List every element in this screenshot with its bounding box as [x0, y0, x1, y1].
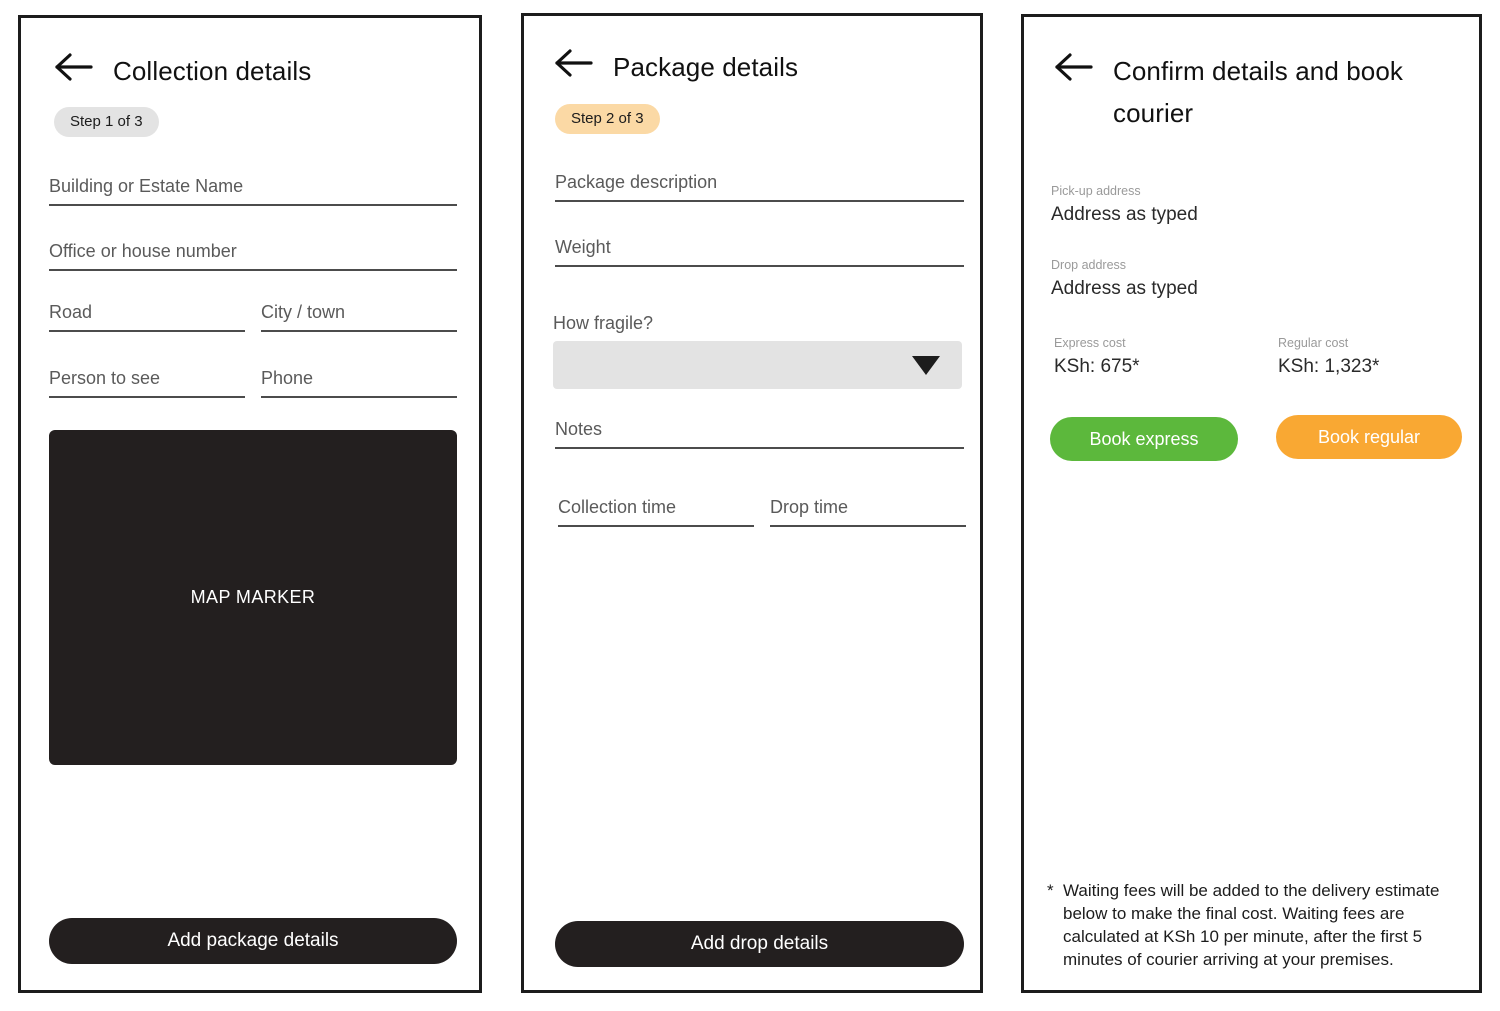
regular-cost-summary: Regular cost KSh: 1,323*: [1278, 335, 1478, 380]
field-label: Drop time: [770, 497, 849, 517]
field-package-description[interactable]: Package description: [555, 169, 964, 202]
how-fragile-select[interactable]: [553, 341, 962, 389]
summary-value: Address as typed: [1051, 204, 1198, 225]
summary-value: KSh: 1,323*: [1278, 356, 1380, 377]
footnote-text: Waiting fees will be added to the delive…: [1063, 881, 1440, 969]
field-collection-time[interactable]: Collection time: [558, 494, 754, 527]
add-drop-details-button[interactable]: Add drop details: [555, 921, 964, 967]
waiting-fees-footnote: * Waiting fees will be added to the deli…: [1047, 879, 1462, 971]
header: Package details: [553, 46, 798, 88]
summary-caption: Express cost: [1054, 336, 1126, 350]
status-badge-step: Step 1 of 3: [54, 107, 159, 137]
field-city-town[interactable]: City / town: [261, 299, 457, 332]
screen-collection-details: Collection details Step 1 of 3 Building …: [18, 15, 482, 993]
header: Confirm details and book courier: [1053, 50, 1443, 134]
field-label: Weight: [555, 237, 611, 257]
field-road[interactable]: Road: [49, 299, 245, 332]
back-arrow-icon[interactable]: [53, 50, 95, 84]
summary-value: KSh: 675*: [1054, 356, 1140, 377]
field-office-or-house-number[interactable]: Office or house number: [49, 238, 457, 271]
field-label: Road: [49, 302, 93, 322]
back-arrow-icon[interactable]: [553, 46, 595, 80]
drop-address-summary: Drop address Address as typed: [1051, 257, 1441, 302]
summary-caption: Drop address: [1051, 258, 1127, 272]
field-label: City / town: [261, 302, 346, 322]
page-title: Collection details: [113, 56, 312, 86]
field-weight[interactable]: Weight: [555, 234, 964, 267]
map-marker-label: MAP MARKER: [190, 587, 316, 607]
screen-confirm-and-book: Confirm details and book courier Pick-up…: [1021, 14, 1482, 993]
field-label: Person to see: [49, 368, 161, 388]
footnote-asterisk: *: [1047, 881, 1054, 900]
field-label: Package description: [555, 172, 718, 192]
field-label: Phone: [261, 368, 314, 388]
pickup-address-summary: Pick-up address Address as typed: [1051, 183, 1441, 228]
book-express-button[interactable]: Book express: [1050, 417, 1238, 461]
chevron-down-icon: [912, 355, 940, 375]
summary-caption: Regular cost: [1278, 336, 1349, 350]
screens-canvas: Collection details Step 1 of 3 Building …: [0, 0, 1500, 1011]
summary-caption: Pick-up address: [1051, 184, 1141, 198]
page-title: Confirm details and book courier: [1113, 56, 1403, 128]
field-phone[interactable]: Phone: [261, 365, 457, 398]
back-arrow-icon[interactable]: [1053, 50, 1095, 84]
field-label: Building or Estate Name: [49, 176, 244, 196]
field-label: Notes: [555, 419, 603, 439]
field-person-to-see[interactable]: Person to see: [49, 365, 245, 398]
status-badge-step: Step 2 of 3: [555, 104, 660, 134]
express-cost-summary: Express cost KSh: 675*: [1054, 335, 1254, 380]
summary-value: Address as typed: [1051, 278, 1198, 299]
field-building-or-estate-name[interactable]: Building or Estate Name: [49, 173, 457, 206]
field-label: Collection time: [558, 497, 677, 517]
field-drop-time[interactable]: Drop time: [770, 494, 966, 527]
field-label: Office or house number: [49, 241, 237, 261]
map-marker-placeholder[interactable]: MAP MARKER: [49, 430, 457, 765]
header: Collection details: [53, 50, 311, 92]
add-package-details-button[interactable]: Add package details: [49, 918, 457, 964]
field-notes[interactable]: Notes: [555, 416, 964, 449]
page-title: Package details: [613, 52, 799, 82]
screen-package-details: Package details Step 2 of 3 Package desc…: [521, 13, 983, 993]
how-fragile-label: How fragile?: [553, 313, 654, 333]
book-regular-button[interactable]: Book regular: [1276, 415, 1462, 459]
